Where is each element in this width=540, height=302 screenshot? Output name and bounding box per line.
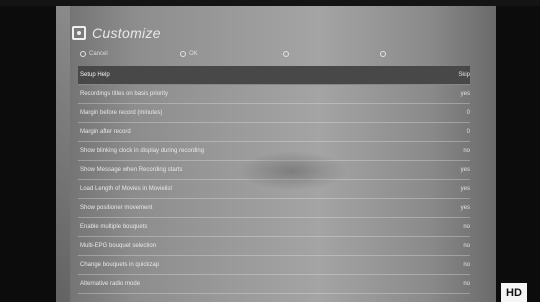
setting-label: Show positioner movement	[80, 205, 153, 211]
setting-label: Show Message when Recording starts	[80, 167, 183, 173]
red-button-icon	[80, 51, 86, 57]
screen-glare	[238, 151, 348, 191]
button-bar: Cancel OK	[80, 51, 490, 63]
window-title-row: Customize	[72, 22, 161, 44]
setting-value[interactable]: 0	[467, 123, 470, 141]
setting-row-setup-help[interactable]: Setup Help Skip	[78, 66, 470, 85]
setting-value[interactable]: yes	[461, 85, 470, 103]
ok-button[interactable]: OK	[180, 51, 198, 57]
setting-label: Recordings titles on basis priority	[80, 91, 169, 97]
setting-value[interactable]: yes	[461, 180, 470, 198]
setting-label: Change bouquets in quickzap	[80, 262, 160, 268]
green-button-icon	[180, 51, 186, 57]
left-strip	[56, 6, 70, 302]
setting-value[interactable]: no	[463, 218, 470, 236]
setting-label: Setup Help	[80, 72, 110, 78]
setting-value[interactable]: 0	[467, 104, 470, 122]
setting-label: Margin before record (minutes)	[80, 110, 163, 116]
setting-row-margin-before[interactable]: Margin before record (minutes) 0	[78, 104, 470, 123]
setting-row-radio-mode[interactable]: Alternative radio mode no	[78, 275, 470, 294]
setting-value[interactable]: Skip	[458, 66, 470, 84]
blue-button[interactable]	[380, 51, 389, 57]
setting-value[interactable]: no	[463, 275, 470, 293]
settings-icon	[72, 26, 86, 40]
yellow-button-icon	[283, 51, 289, 57]
cancel-label: Cancel	[89, 51, 108, 57]
yellow-button[interactable]	[283, 51, 292, 57]
setting-label: Load Length of Movies in Movielist	[80, 186, 173, 192]
setting-value[interactable]: no	[463, 256, 470, 274]
setting-value[interactable]: no	[463, 142, 470, 160]
setting-row-recordings-priority[interactable]: Recordings titles on basis priority yes	[78, 85, 470, 104]
setting-label: Multi-EPG bouquet selection	[80, 243, 157, 249]
tv-screen: Customize Cancel OK Setup Help Skip Reco…	[56, 6, 496, 302]
setting-row-multiple-bouquets[interactable]: Enable multiple bouquets no	[78, 218, 470, 237]
window-title: Customize	[92, 25, 161, 41]
setting-value[interactable]: no	[463, 237, 470, 255]
cancel-button[interactable]: Cancel	[80, 51, 108, 57]
setting-row-multi-epg[interactable]: Multi-EPG bouquet selection no	[78, 237, 470, 256]
setting-row-margin-after[interactable]: Margin after record 0	[78, 123, 470, 142]
setting-row-quickzap[interactable]: Change bouquets in quickzap no	[78, 256, 470, 275]
hd-badge: HD	[501, 283, 527, 302]
setting-value[interactable]: yes	[461, 161, 470, 179]
setting-label: Show blinking clock in display during re…	[80, 148, 205, 154]
setting-label: Enable multiple bouquets	[80, 224, 148, 230]
ok-label: OK	[189, 51, 198, 57]
setting-value[interactable]: yes	[461, 199, 470, 217]
setting-label: Alternative radio mode	[80, 281, 141, 287]
blue-button-icon	[380, 51, 386, 57]
setting-label: Margin after record	[80, 129, 131, 135]
setting-row-positioner-movement[interactable]: Show positioner movement yes	[78, 199, 470, 218]
